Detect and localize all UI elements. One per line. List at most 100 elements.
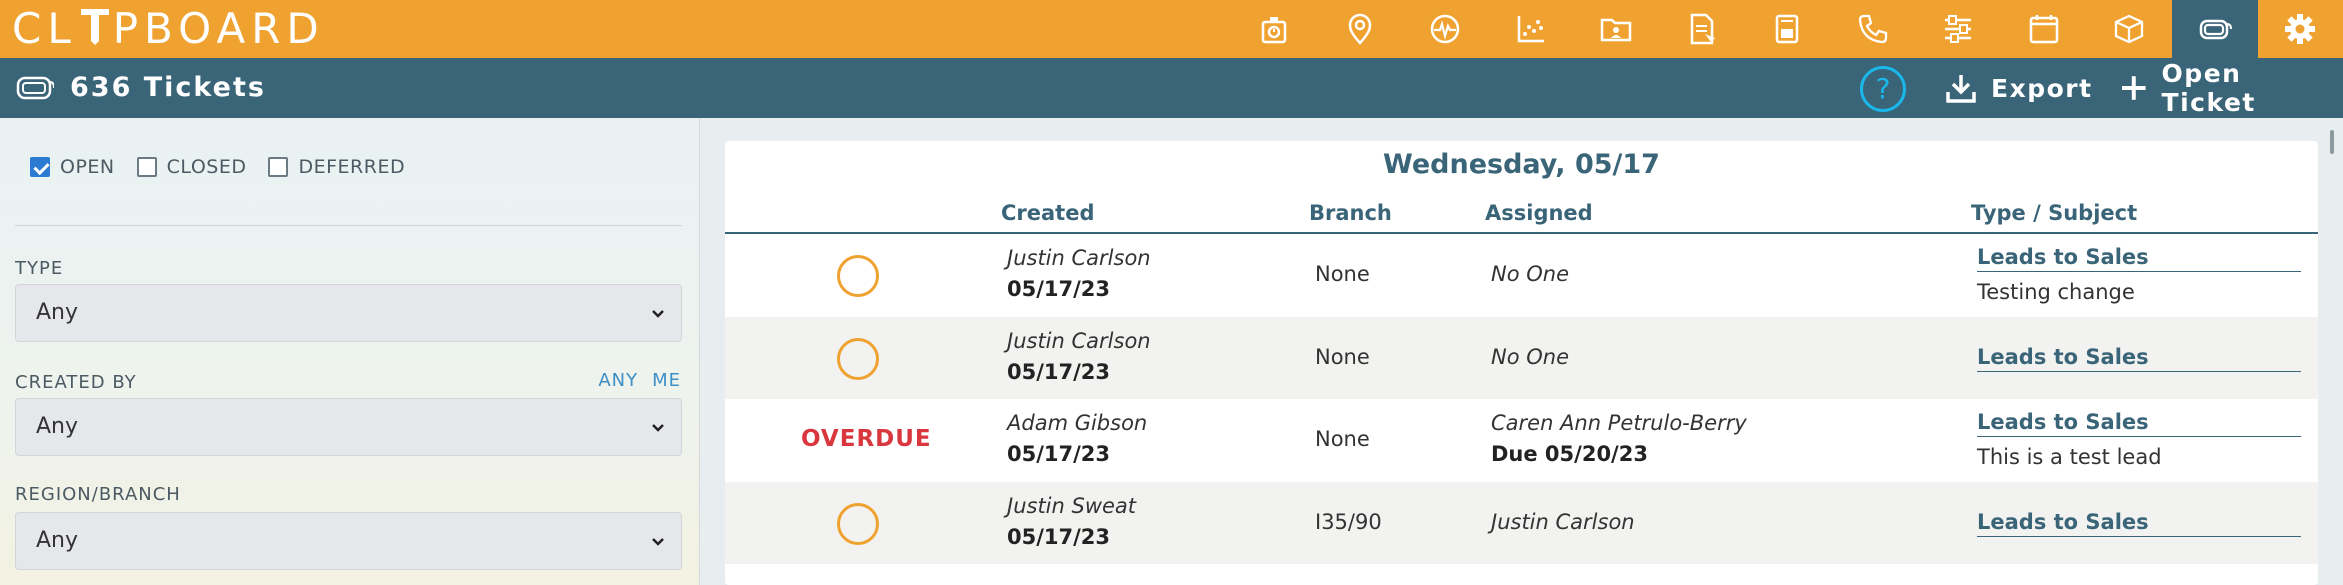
row-branch: None: [1315, 345, 1370, 369]
row-assigned: No One: [1491, 345, 1569, 369]
created-by-select-value: Any: [36, 414, 79, 439]
filter-panel: OPEN CLOSED DEFERRED TYPE Any CREATED BY…: [0, 118, 700, 585]
region-branch-label: REGION/BRANCH: [15, 484, 181, 505]
scrollbar[interactable]: [2330, 130, 2334, 154]
status-deferred-checkbox[interactable]: DEFERRED: [268, 156, 405, 178]
table-row[interactable]: Justin Carlson 05/17/23 None No One Lead…: [725, 234, 2318, 317]
nav-calls[interactable]: [1830, 0, 1916, 58]
open-ticket-label: Open Ticket: [2161, 59, 2256, 117]
cube-icon: [2115, 14, 2144, 44]
nav-tickets[interactable]: [2172, 0, 2258, 58]
created-by-quick-links: ANY ME: [598, 370, 681, 391]
row-creator: Justin Sweat: [1007, 494, 1137, 518]
chevron-down-icon: [652, 310, 664, 318]
nav-knowledge[interactable]: [1745, 0, 1831, 58]
row-branch: None: [1315, 427, 1370, 451]
phone-icon: [1858, 14, 1887, 44]
status-circle-icon[interactable]: [837, 503, 879, 545]
row-creator: Justin Carlson: [1007, 329, 1151, 353]
column-header-assigned[interactable]: Assigned: [1485, 201, 1593, 225]
tickets-table: Wednesday, 05/17 Created Branch Assigned…: [725, 141, 2318, 585]
checkbox-checked[interactable]: [30, 157, 50, 177]
row-assigned: No One: [1491, 262, 1569, 286]
page-title: 636 Tickets: [70, 72, 266, 103]
type-label: TYPE: [15, 258, 64, 279]
pulse-icon: [1431, 14, 1460, 44]
row-created-date: 05/17/23: [1007, 442, 1111, 466]
row-creator: Justin Carlson: [1007, 246, 1151, 270]
main-nav: [1232, 0, 2343, 58]
nav-reports[interactable]: [1488, 0, 1574, 58]
row-created-date: 05/17/23: [1007, 525, 1111, 549]
timer-icon: [1262, 17, 1287, 44]
status-closed-checkbox[interactable]: CLOSED: [136, 156, 247, 178]
ticket-icon: [16, 76, 54, 100]
nav-inventory[interactable]: [2087, 0, 2173, 58]
overdue-badge: OVERDUE: [801, 426, 932, 452]
nav-documents[interactable]: [1659, 0, 1745, 58]
open-ticket-button[interactable]: Open Ticket: [2120, 59, 2343, 117]
export-button[interactable]: Export: [1945, 68, 2093, 108]
row-type-link[interactable]: Leads to Sales: [1977, 245, 2301, 272]
region-branch-select[interactable]: Any: [15, 512, 682, 570]
status-deferred-label: DEFERRED: [298, 156, 406, 178]
created-by-any-link[interactable]: ANY: [598, 370, 638, 391]
help-button[interactable]: ?: [1860, 66, 1906, 112]
status-closed-label: CLOSED: [166, 156, 247, 178]
chevron-down-icon: [652, 538, 664, 546]
nav-files[interactable]: [1574, 0, 1660, 58]
created-by-select[interactable]: Any: [15, 398, 682, 456]
row-subject: Testing change: [1977, 280, 2135, 304]
app-logo[interactable]: CL PBOARD: [12, 4, 325, 54]
status-open-label: OPEN: [60, 156, 115, 178]
plus-icon: [2121, 76, 2146, 100]
date-group-heading: Wednesday, 05/17: [1383, 149, 1660, 180]
nav-calendar[interactable]: [2001, 0, 2087, 58]
logo-text-left: CL: [12, 4, 77, 53]
status-circle-icon[interactable]: [837, 338, 879, 380]
scatter-chart-icon: [1517, 16, 1544, 43]
book-icon: [1776, 14, 1799, 44]
created-by-me-link[interactable]: ME: [652, 370, 681, 391]
column-header-branch[interactable]: Branch: [1309, 201, 1392, 225]
row-type-link[interactable]: Leads to Sales: [1977, 345, 2301, 372]
folder-icon: [1601, 18, 1632, 42]
checkbox[interactable]: [136, 157, 157, 177]
nav-settings[interactable]: [2258, 0, 2343, 58]
ticket-icon: [2199, 19, 2232, 40]
status-filter: OPEN CLOSED DEFERRED: [30, 156, 405, 178]
row-creator: Adam Gibson: [1007, 411, 1148, 435]
column-header-created[interactable]: Created: [1001, 201, 1095, 225]
clipboard-logo-icon: [77, 7, 113, 47]
nav-map[interactable]: [1317, 0, 1403, 58]
row-created-date: 05/17/23: [1007, 277, 1111, 301]
download-icon: [1946, 75, 1976, 103]
nav-timer[interactable]: [1232, 0, 1318, 58]
row-subject: This is a test lead: [1977, 445, 2162, 469]
row-type-link[interactable]: Leads to Sales: [1977, 410, 2301, 437]
status-open-checkbox[interactable]: OPEN: [30, 156, 115, 178]
map-pin-icon: [1348, 13, 1372, 45]
row-type-link[interactable]: Leads to Sales: [1977, 510, 2301, 537]
type-select[interactable]: Any: [15, 284, 682, 342]
row-assigned: Caren Ann Petrulo-Berry: [1491, 411, 1747, 435]
row-due-date: Due 05/20/23: [1491, 442, 1648, 466]
document-icon: [1690, 13, 1715, 45]
table-row[interactable]: Justin Carlson 05/17/23 None No One Lead…: [725, 317, 2318, 399]
type-select-value: Any: [36, 300, 79, 325]
checkbox[interactable]: [268, 157, 289, 177]
row-branch: None: [1315, 262, 1370, 286]
nav-settings-sliders[interactable]: [1916, 0, 2002, 58]
table-row[interactable]: OVERDUE Adam Gibson 05/17/23 None Caren …: [725, 399, 2318, 482]
nav-activity[interactable]: [1403, 0, 1489, 58]
column-header-type-subject[interactable]: Type / Subject: [1971, 201, 2137, 225]
table-row[interactable]: Justin Sweat 05/17/23 I35/90 Justin Carl…: [725, 482, 2318, 564]
divider: [15, 225, 682, 226]
status-circle-icon[interactable]: [837, 255, 879, 297]
calendar-icon: [2029, 15, 2058, 44]
export-label: Export: [1991, 73, 2093, 103]
row-created-date: 05/17/23: [1007, 360, 1111, 384]
top-bar: CL PBOARD: [0, 0, 2343, 58]
chevron-down-icon: [652, 424, 664, 432]
row-branch: I35/90: [1315, 510, 1382, 534]
